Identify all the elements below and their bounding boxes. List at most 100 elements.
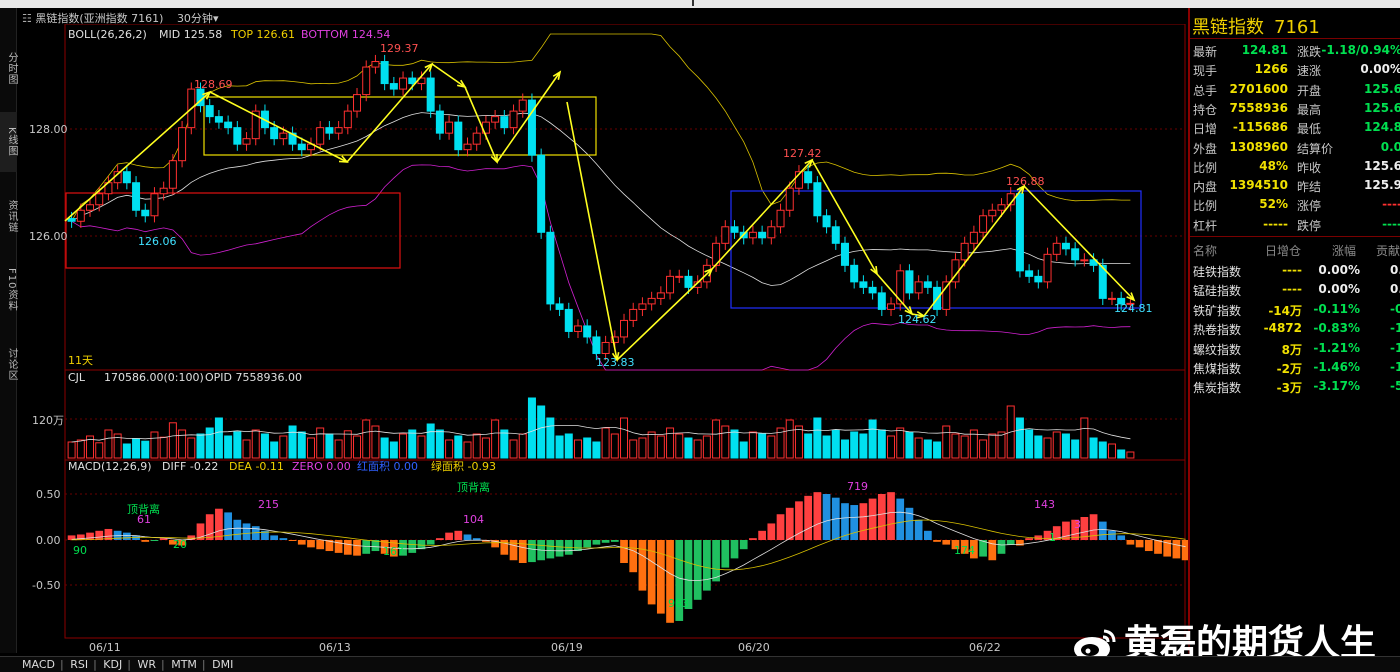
candle-body	[454, 121, 463, 151]
candle-body	[647, 297, 656, 305]
trend-arrows	[64, 62, 1136, 363]
side-tab-news[interactable]: 资讯链	[0, 186, 17, 246]
volume-bar	[785, 419, 794, 459]
volume-bar	[251, 429, 260, 459]
candle-body	[601, 341, 610, 354]
side-tab-timeshare[interactable]: 分时图	[0, 38, 17, 98]
component-row[interactable]: 热卷指数 -4872 -0.83% -1.	[1190, 319, 1400, 338]
volume-bar	[537, 405, 546, 459]
quote-value: 125.9	[1364, 178, 1400, 193]
volume-bar	[1089, 437, 1098, 459]
volume-bar	[270, 441, 279, 459]
macd-bar	[445, 532, 453, 540]
macd-red-area: 红面积 0.00	[357, 460, 418, 473]
candle-body	[887, 303, 896, 310]
macd-tick-000: 0.00	[36, 534, 61, 547]
macd-green-area: 绿面积 -0.93	[431, 459, 496, 473]
title-bar	[0, 0, 1400, 8]
macd-bar	[297, 540, 306, 545]
tab-rsi[interactable]: RSI	[70, 658, 88, 671]
component-oi: ----	[1282, 282, 1302, 297]
candle-body	[472, 132, 481, 145]
quote-value: 1394510	[1229, 178, 1288, 193]
quote-label: 总手	[1193, 83, 1218, 98]
component-contrib: -1.	[1390, 340, 1400, 355]
tab-wr[interactable]: WR	[137, 658, 156, 671]
side-tab-f10[interactable]: F10资料	[0, 260, 17, 320]
quote-label: 开盘	[1297, 83, 1322, 98]
candle-body	[1107, 297, 1116, 300]
macd-bar	[426, 540, 435, 545]
macd-bar	[730, 540, 739, 559]
candle-body	[205, 105, 214, 118]
candle-body	[1025, 270, 1034, 277]
kline-chart[interactable]: BOLL(26,26,2) MID 125.58 TOP 126.61 BOTT…	[17, 24, 1188, 656]
volume-bar	[122, 443, 131, 459]
list-header-oi[interactable]: 日增仓	[1265, 242, 1301, 259]
list-header-contrib[interactable]: 贡献	[1376, 242, 1400, 259]
boll-name[interactable]: BOLL(26,26,2)	[68, 28, 147, 41]
candle-body	[730, 226, 739, 233]
component-row[interactable]: 锰硅指数 ---- 0.00% 0.	[1190, 280, 1400, 299]
candle-body	[969, 231, 978, 244]
quote-value: 48%	[1259, 158, 1288, 173]
macd-bar	[242, 523, 251, 540]
tab-mtm[interactable]: MTM	[171, 658, 197, 671]
volume-bar	[748, 431, 757, 459]
side-tab-kline[interactable]: K线图	[0, 112, 17, 172]
volume-bar	[601, 427, 610, 459]
tab-dmi[interactable]: DMI	[212, 658, 233, 671]
macd-bar	[436, 538, 444, 540]
tab-macd[interactable]: MACD	[22, 658, 55, 671]
candle-body	[840, 242, 849, 266]
macd-bar	[859, 503, 868, 540]
volume-bar	[500, 429, 509, 459]
component-row[interactable]: 螺纹指数 8万 -1.21% -1.	[1190, 339, 1400, 358]
quote-row: 总手 2701600 开盘 125.6	[1190, 80, 1400, 99]
component-row[interactable]: 硅铁指数 ---- 0.00% 0.	[1190, 261, 1400, 280]
volume-bar	[399, 433, 408, 459]
macd-name[interactable]: MACD(12,26,9)	[68, 460, 152, 473]
macd-bar	[353, 540, 361, 556]
quote-value: 125.6	[1364, 81, 1400, 96]
divergence-label-1: 顶背离	[127, 502, 160, 516]
macd-dea: DEA -0.11	[229, 460, 284, 473]
component-row[interactable]: 焦煤指数 -2万 -1.46% -1.	[1190, 358, 1400, 377]
volume-bar	[905, 431, 914, 459]
volume-bar	[306, 437, 315, 459]
component-row[interactable]: 焦炭指数 -3万 -3.17% -5.	[1190, 377, 1400, 396]
quote-row: 持仓 7558936 最高 125.6	[1190, 99, 1400, 118]
list-header-chg[interactable]: 涨幅	[1332, 242, 1356, 259]
side-tab-discussion[interactable]: 讨论区	[0, 334, 17, 394]
macd-bar	[666, 540, 674, 623]
candle-body	[122, 171, 131, 184]
candle-body	[279, 132, 288, 140]
macd-bar	[1006, 540, 1015, 545]
candle-body	[592, 336, 601, 354]
candle-body	[997, 204, 1006, 211]
candle-body	[76, 209, 85, 222]
macd-bar	[739, 540, 748, 550]
macd-label-719: 719	[847, 480, 868, 493]
macd-label-174: 174	[954, 544, 975, 557]
quote-label: 杠杆	[1193, 218, 1218, 233]
cjl-name[interactable]: CJL	[68, 371, 86, 384]
candle-body	[850, 264, 859, 283]
macd-bar	[233, 519, 242, 540]
macd-bar	[215, 508, 223, 540]
quote-label: 昨收	[1297, 160, 1322, 175]
macd-bar	[629, 540, 638, 573]
quote-label: 日增	[1193, 122, 1218, 137]
quote-value: 7558936	[1229, 100, 1288, 115]
component-name: 铁矿指数	[1193, 303, 1242, 318]
candle-body	[168, 160, 177, 189]
volume-bar	[417, 435, 426, 459]
cjl-value: 170586.00(0:100)	[104, 371, 204, 384]
volume-bar	[288, 425, 297, 459]
volume-bar	[592, 441, 601, 459]
component-row[interactable]: 铁矿指数 -14万 -0.11% -0.	[1190, 300, 1400, 319]
boll-top: TOP 126.61	[230, 28, 295, 41]
macd-zero: ZERO 0.00	[292, 460, 351, 473]
tab-kdj[interactable]: KDJ	[103, 658, 122, 671]
list-header-name[interactable]: 名称	[1193, 242, 1217, 259]
